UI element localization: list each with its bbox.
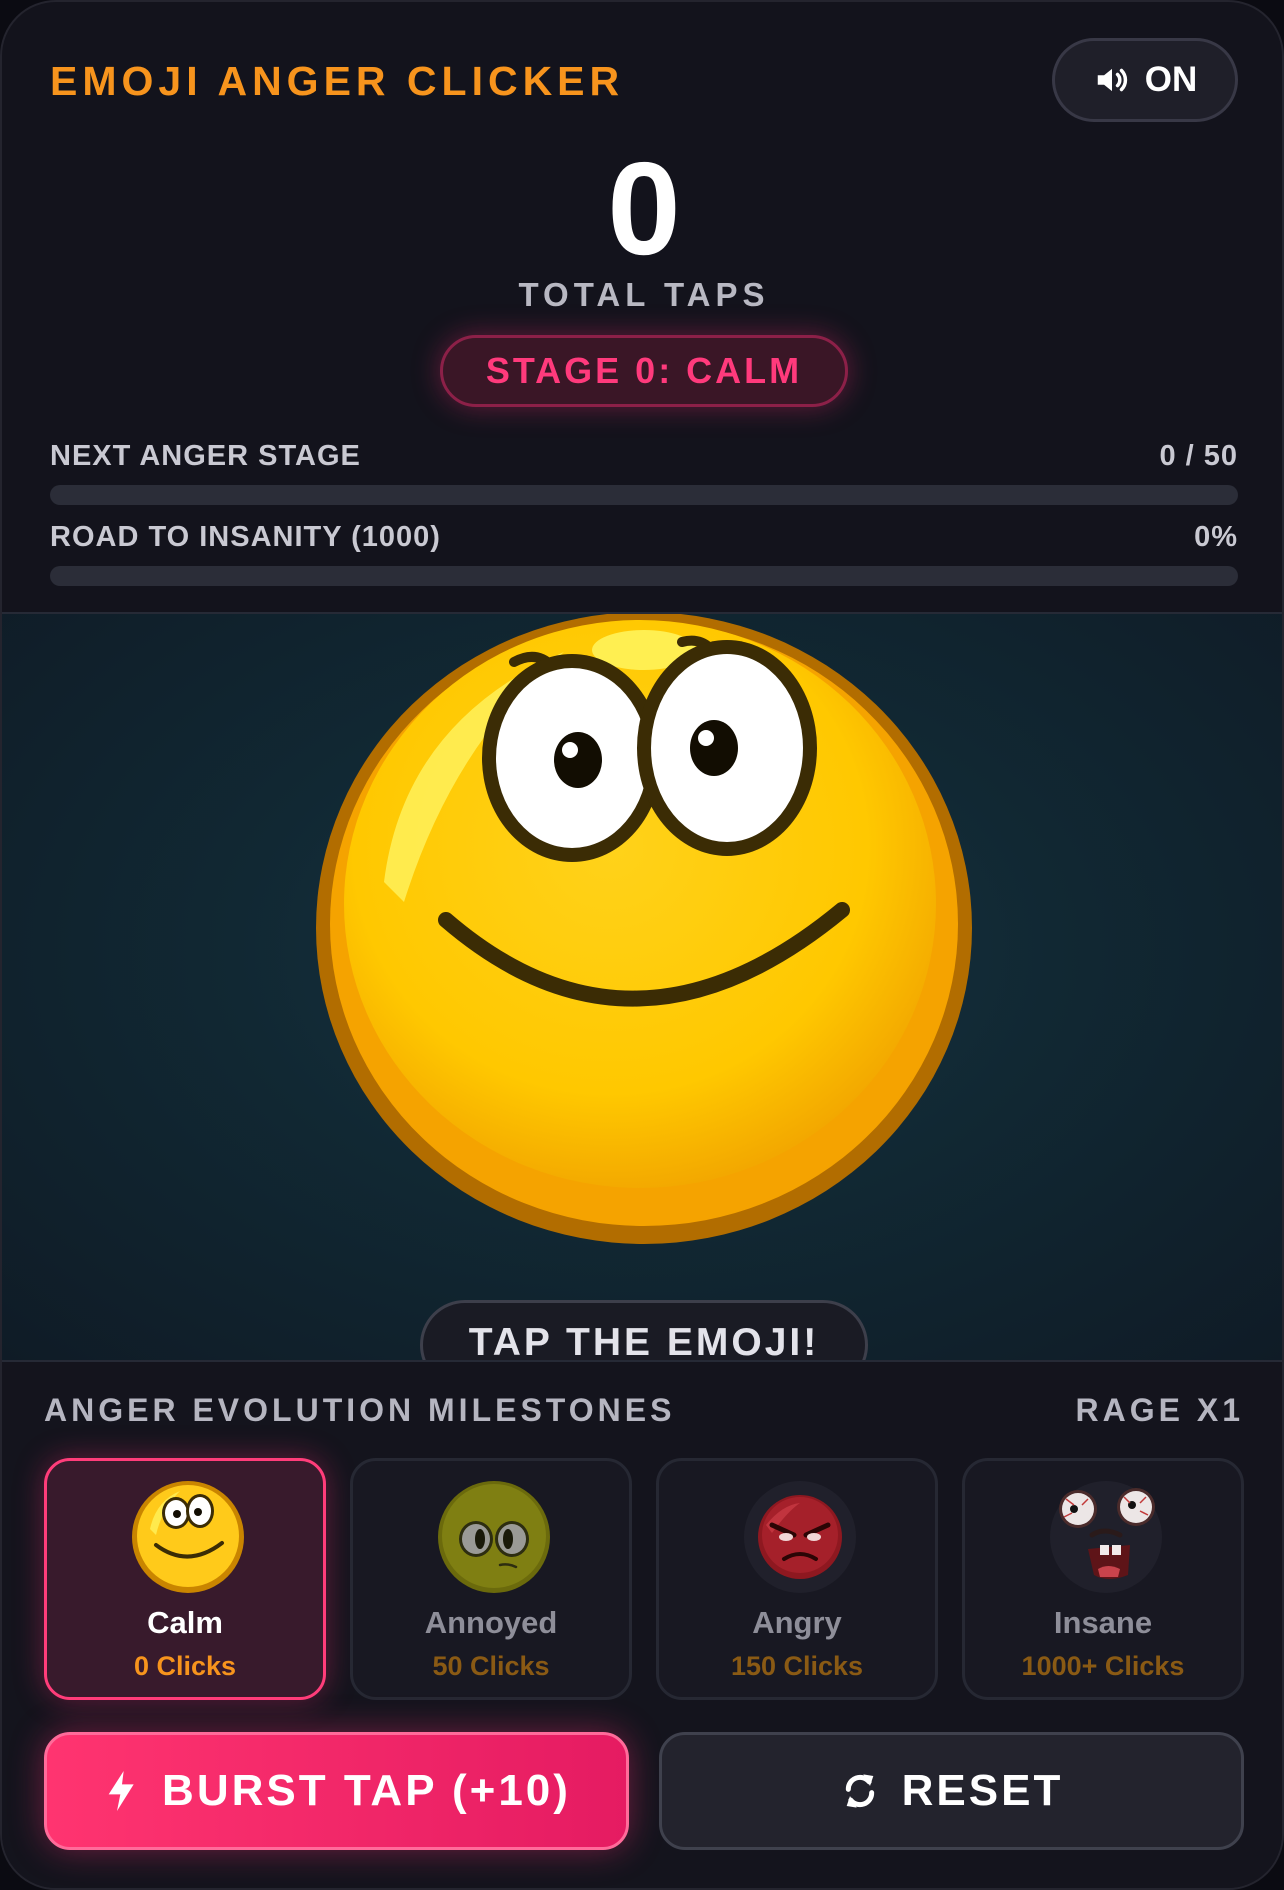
- milestone-name: Annoyed: [424, 1605, 558, 1640]
- calm-emoji-icon: [132, 1481, 244, 1593]
- tap-counter: 0: [607, 135, 681, 282]
- insane-emoji-icon: [1050, 1481, 1162, 1593]
- milestone-clicks: 0 Clicks: [133, 1651, 237, 1681]
- milestone-name: Calm: [147, 1605, 223, 1640]
- insanity-progress-bar: [50, 566, 1238, 586]
- rage-multiplier: RAGE X1: [1075, 1392, 1244, 1428]
- play-area: TAP THE EMOJI!: [2, 612, 1282, 1360]
- milestone-card-insane[interactable]: Insane 1000+ Clicks: [962, 1458, 1244, 1700]
- tap-counter-label: TOTAL TAPS: [518, 276, 770, 313]
- annoyed-emoji-icon: [438, 1481, 550, 1593]
- milestone-name: Insane: [1053, 1605, 1153, 1640]
- angry-emoji-icon: [744, 1481, 856, 1593]
- milestone-card-annoyed[interactable]: Annoyed 50 Clicks: [350, 1458, 632, 1700]
- milestone-clicks: 50 Clicks: [432, 1651, 550, 1681]
- app-container: EMOJI ANGER CLICKER ON 0 TOTAL TAPS STAG…: [0, 0, 1284, 1890]
- milestone-card-angry[interactable]: Angry 150 Clicks: [656, 1458, 938, 1700]
- reset-button[interactable]: RESET: [659, 1732, 1244, 1850]
- speaker-icon: [1097, 68, 1127, 92]
- lightning-icon: [108, 1771, 134, 1811]
- refresh-icon: [845, 1774, 874, 1808]
- milestone-name: Angry: [752, 1605, 842, 1640]
- milestone-clicks: 1000+ Clicks: [1021, 1651, 1185, 1681]
- sound-toggle-button[interactable]: ON: [1052, 38, 1238, 122]
- burst-tap-label: BURST TAP (+10): [162, 1766, 571, 1815]
- next-stage-value: 0 / 50: [1159, 440, 1238, 472]
- milestones-title: ANGER EVOLUTION MILESTONES: [44, 1392, 676, 1428]
- milestone-clicks: 150 Clicks: [730, 1651, 864, 1681]
- calm-emoji-icon[interactable]: [314, 612, 974, 1254]
- reset-label: RESET: [901, 1766, 1064, 1815]
- sound-toggle-label: ON: [1144, 60, 1198, 99]
- app-title: EMOJI ANGER CLICKER: [50, 58, 625, 104]
- insanity-progress-header: ROAD TO INSANITY (1000) 0%: [50, 521, 1238, 554]
- next-stage-progress-header: NEXT ANGER STAGE 0 / 50: [50, 440, 1238, 473]
- next-stage-label: NEXT ANGER STAGE: [50, 440, 361, 472]
- burst-tap-button[interactable]: BURST TAP (+10): [44, 1732, 629, 1850]
- milestone-card-calm[interactable]: Calm 0 Clicks: [44, 1458, 326, 1700]
- insanity-label: ROAD TO INSANITY (1000): [50, 521, 441, 553]
- milestones-panel: ANGER EVOLUTION MILESTONES RAGE X1 Calm …: [2, 1360, 1282, 1888]
- next-stage-progress-bar: [50, 485, 1238, 505]
- stage-badge: STAGE 0: CALM: [440, 335, 848, 407]
- tap-hint: TAP THE EMOJI!: [420, 1300, 868, 1360]
- insanity-value: 0%: [1194, 521, 1238, 553]
